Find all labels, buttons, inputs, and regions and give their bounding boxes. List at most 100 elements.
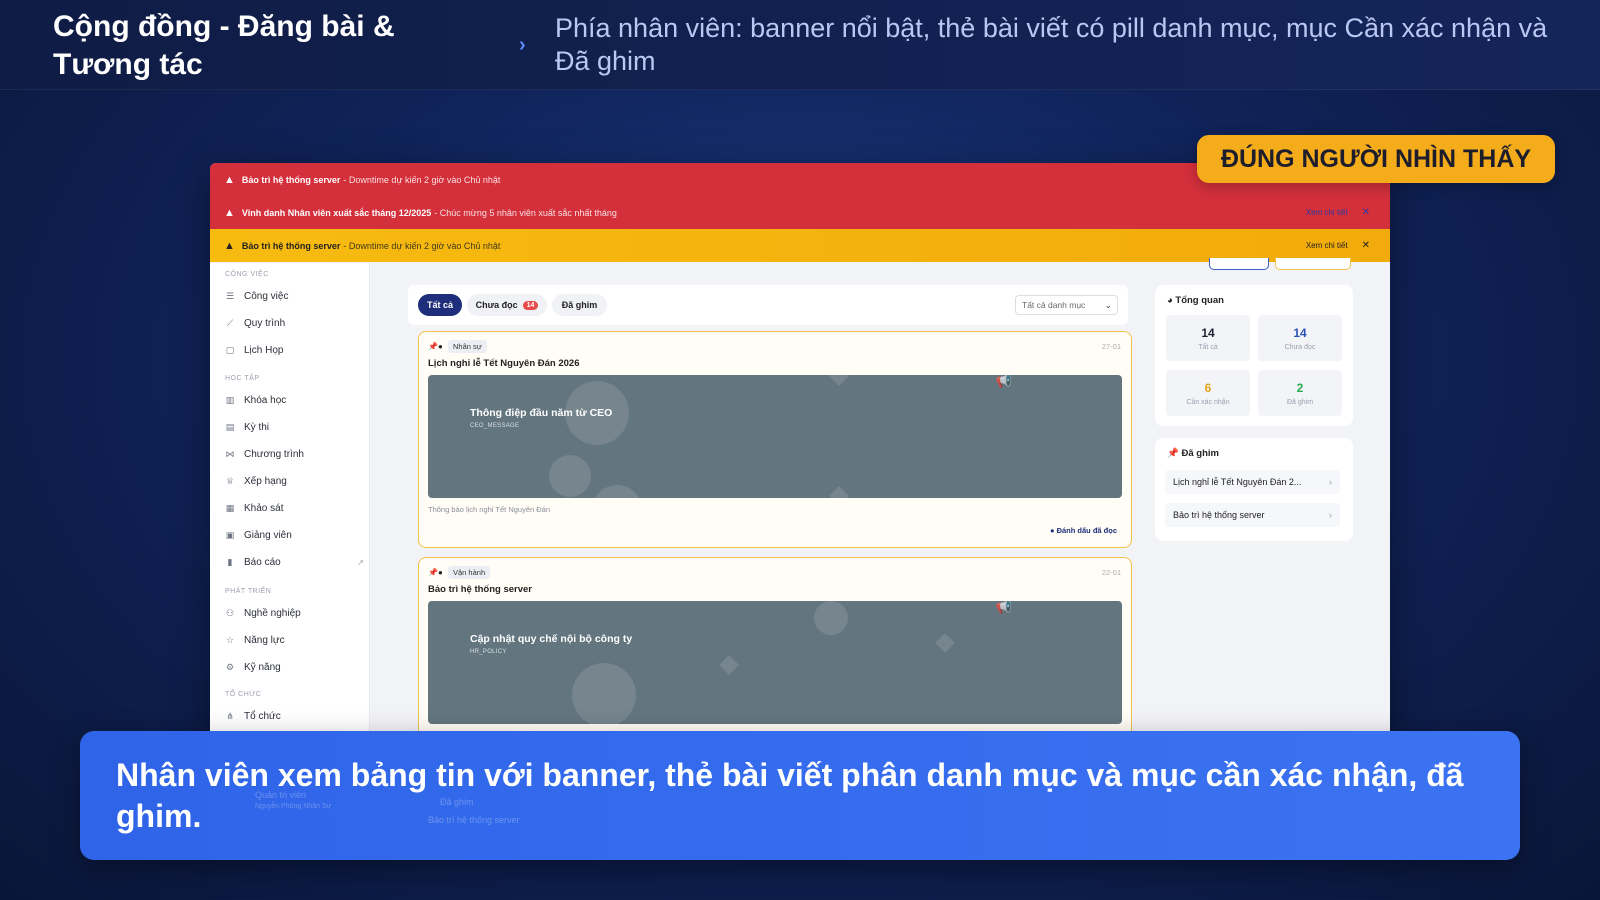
program-icon: ⋈ (225, 448, 235, 459)
category-select-value: Tất cả danh mục (1022, 300, 1086, 310)
list-icon: ☰ (225, 290, 235, 301)
banner-desc: - Downtime dự kiến 2 giờ vào Chủ nhật (343, 240, 501, 251)
media-title: Thông điệp đầu năm từ CEO (470, 407, 613, 419)
sidebar-item-nang-luc[interactable]: ☆ Năng lực (224, 630, 364, 650)
sidebar-item-giang-vien[interactable]: ▣ Giảng viên (224, 525, 364, 545)
mark-read-button[interactable]: ● Đánh dấu đã đọc (1050, 526, 1117, 535)
tab-unread[interactable]: Chưa đọc 14 (467, 294, 547, 316)
app-window: ▲ Bảo trì hệ thống server - Downtime dự … (210, 163, 1390, 828)
stat-value: 14 (1293, 325, 1307, 340)
banner-desc: - Downtime dự kiến 2 giờ vào Chủ nhật (343, 174, 501, 185)
pinned-card: 📌 Đã ghim Lịch nghỉ lễ Tết Nguyên Đán 2.… (1155, 438, 1353, 541)
post-card[interactable]: 📌 ● Nhân sự 27-01 Lịch nghỉ lễ Tết Nguyê… (418, 331, 1132, 548)
sidebar-item-xep-hang[interactable]: ♕ Xếp hạng (224, 471, 364, 491)
post-date: 27-01 (1101, 342, 1121, 351)
warning-icon: ▲ (224, 173, 235, 186)
post-media[interactable]: 📢 Thông điệp đầu năm từ CEO CEO_MESSAGE (428, 375, 1122, 498)
category-pill: Nhân sự (448, 340, 487, 353)
warning-icon: ▲ (224, 239, 235, 252)
close-icon[interactable]: ✕ (1362, 240, 1370, 251)
media-code: HR_POLICY (470, 649, 507, 655)
sidebar-item-bao-cao[interactable]: ▮ Báo cáo ↗ (224, 552, 364, 572)
sidebar-item-nghe-nghiep[interactable]: ⚇ Nghề nghiệp (224, 603, 364, 623)
book-icon: ▥ (225, 394, 235, 405)
sidebar-item-ky-nang[interactable]: ⚙ Kỹ năng (224, 657, 364, 677)
unread-dot-icon: ● (438, 568, 443, 577)
ghost-post-title: Bảo trì hệ thống server (428, 815, 520, 825)
stat-label: Tất cả (1198, 343, 1218, 351)
unread-count-badge: 14 (522, 300, 539, 310)
stat-pinned[interactable]: 2 Đã ghim (1258, 370, 1342, 416)
category-pill: Vận hành (448, 566, 491, 579)
trophy-icon: ♕ (225, 475, 235, 486)
decor-circle (572, 663, 636, 724)
post-media[interactable]: 📢 Cập nhật quy chế nội bộ công ty HR_POL… (428, 601, 1122, 724)
decor-circle (592, 485, 642, 498)
header-button[interactable] (1275, 258, 1351, 270)
pin-icon: 📌 (428, 568, 438, 577)
sidebar-item-quy-trinh[interactable]: ⟋ Quy trình (224, 313, 364, 333)
sidebar-item-chuong-trinh[interactable]: ⋈ Chương trình (224, 444, 364, 464)
warning-icon: ▲ (224, 206, 235, 219)
flow-icon: ⟋ (226, 317, 234, 328)
pin-icon: 📌 (1167, 448, 1179, 459)
chevron-right-icon: › (1329, 510, 1332, 520)
skill-icon: ⚙ (225, 661, 235, 672)
decor-diamond (829, 486, 849, 498)
chevron-down-icon: ⌄ (1104, 299, 1112, 310)
sidebar-item-khoa-hoc[interactable]: ▥ Khóa học (224, 390, 364, 410)
career-icon: ⚇ (225, 607, 235, 618)
sidebar-section-org: TỔ CHỨC (225, 691, 262, 698)
sidebar-item-khao-sat[interactable]: ▦ Khảo sát (224, 498, 364, 518)
overview-title: ◕ Tổng quan (1167, 295, 1224, 306)
ghost-pinned-label: Đã ghim (440, 797, 474, 807)
stat-label: Cần xác nhận (1186, 398, 1230, 406)
media-code: CEO_MESSAGE (470, 423, 520, 429)
sidebar-item-ky-thi[interactable]: ▤ Kỳ thi (224, 417, 364, 437)
banner-award[interactable]: ▲ Vinh danh Nhân viên xuất sắc tháng 12/… (210, 196, 1390, 229)
page-subtitle: Phía nhân viên: banner nổi bật, thẻ bài … (555, 13, 1548, 76)
sidebar-item-cong-viec[interactable]: ☰ Công việc (224, 286, 364, 306)
sidebar-section-work: CÔNG VIỆC (225, 271, 269, 278)
pin-icon: 📌 (428, 342, 438, 351)
ghost-admin-label: Quản trị viên (255, 790, 307, 800)
org-icon: ⋔ (226, 710, 234, 721)
page-title: Cộng đồng - Đăng bài & Tương tác (53, 10, 395, 81)
stat-value: 2 (1296, 380, 1304, 395)
sidebar-item-to-chuc[interactable]: ⋔ Tổ chức (224, 706, 364, 726)
external-link-icon: ↗ (357, 557, 364, 567)
pinned-item[interactable]: Lịch nghỉ lễ Tết Nguyên Đán 2... › (1165, 470, 1340, 494)
stat-all[interactable]: 14 Tất cả (1166, 315, 1250, 361)
banner-detail-link[interactable]: Xem chi tiết (1306, 208, 1348, 217)
close-icon[interactable]: ✕ (1362, 207, 1370, 218)
post-title: Bảo trì hệ thống server (428, 584, 532, 595)
sidebar-item-lich-hop[interactable]: ▢ Lịch Họp (224, 340, 364, 360)
pinned-item[interactable]: Bảo trì hệ thống server › (1165, 503, 1340, 527)
banner-detail-link[interactable]: Xem chi tiết (1306, 241, 1348, 250)
category-select[interactable]: Tất cả danh mục ⌄ (1015, 295, 1118, 315)
teacher-icon: ▣ (225, 529, 235, 540)
stat-need-confirm[interactable]: 6 Cần xác nhận (1166, 370, 1250, 416)
post-title: Lịch nghỉ lễ Tết Nguyên Đán 2026 (428, 358, 580, 369)
chevron-right-icon: › (1329, 477, 1332, 487)
stat-unread[interactable]: 14 Chưa đọc (1258, 315, 1342, 361)
sidebar-section-growth: PHÁT TRIỂN (225, 588, 272, 595)
ghost-admin-sub: Nguyễn Phòng Nhân Sự (255, 803, 332, 810)
header-button[interactable] (1209, 258, 1269, 270)
decor-diamond (719, 655, 739, 675)
decor-diamond (829, 375, 849, 386)
stat-label: Đã ghim (1286, 398, 1314, 406)
tab-all[interactable]: Tất cả (418, 294, 462, 316)
megaphone-icon: 📢 (995, 375, 1012, 388)
unread-dot-icon: ● (438, 342, 443, 351)
tab-pinned[interactable]: Đã ghim (552, 294, 607, 316)
top-header: Cộng đồng - Đăng bài & Tương tác › Phía … (0, 0, 1600, 90)
survey-icon: ▦ (225, 502, 235, 513)
chart-icon: ▮ (227, 556, 233, 567)
banner-title: Vinh danh Nhân viên xuất sắc tháng 12/20… (241, 207, 432, 218)
post-desc: Thông báo lịch nghỉ Tết Nguyên Đán (428, 505, 551, 514)
highlight-badge: ĐÚNG NGƯỜI NHÌN THẤY (1197, 135, 1555, 183)
pinned-title: 📌 Đã ghim (1167, 448, 1219, 459)
star-icon: ☆ (225, 634, 235, 645)
banner-title: Bảo trì hệ thống server (241, 174, 341, 185)
